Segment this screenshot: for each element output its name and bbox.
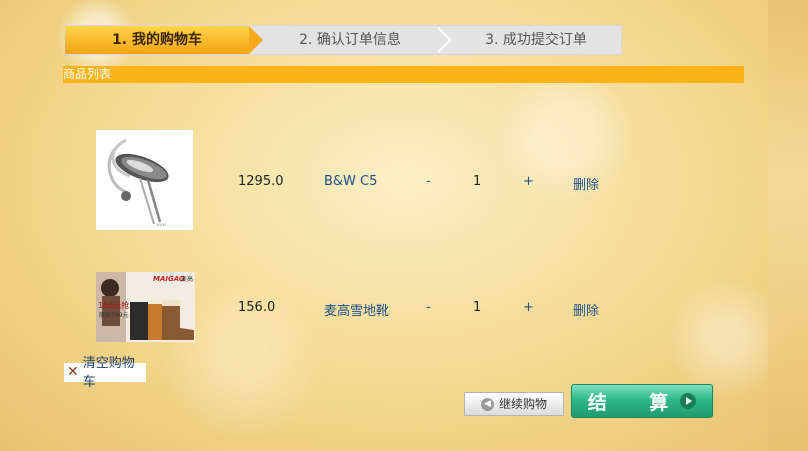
play-arrow-icon xyxy=(680,393,697,409)
svg-text:www.…: www.… xyxy=(156,222,171,227)
item-name-link[interactable]: 麦高雪地靴 xyxy=(324,300,389,319)
checkout-progress-steps: 1. 我的购物车 2. 确认订单信息 3. 成功提交订单 xyxy=(64,25,622,55)
item-price: 156.0 xyxy=(238,300,276,315)
step-order-submitted: 3. 成功提交订单 xyxy=(435,26,621,54)
continue-shopping-button[interactable]: ◀ 继续购物 xyxy=(464,392,564,416)
cart-item-row: www.… 1295.0 B&W C5 - 1 + 删除 xyxy=(0,130,768,230)
close-icon: ✕ xyxy=(67,364,79,380)
snow-boots-product-image[interactable]: MAIGAO 麦高 156元抢 原价789元 xyxy=(96,272,195,342)
continue-shopping-label: 继续购物 xyxy=(498,397,547,411)
boots-original-price-text: 原价789元 xyxy=(99,312,128,319)
checkout-label: 结 算 xyxy=(587,391,687,414)
clear-cart-label: 清空购物车 xyxy=(82,355,135,390)
item-quantity: 1 xyxy=(473,174,482,189)
background-decoration xyxy=(768,0,808,451)
arrow-left-icon: ◀ xyxy=(480,397,494,411)
item-quantity: 1 xyxy=(473,300,482,315)
clear-cart-link[interactable]: ✕ 清空购物车 xyxy=(64,356,146,390)
item-name-link[interactable]: B&W C5 xyxy=(324,174,377,189)
step-confirm-order: 2. 确认订单信息 xyxy=(249,26,452,54)
increase-quantity-button[interactable]: + xyxy=(523,174,534,189)
step-my-cart: 1. 我的购物车 xyxy=(65,26,263,54)
delete-item-link[interactable]: 删除 xyxy=(573,174,599,193)
product-list-header: 商品列表 xyxy=(63,66,744,83)
item-price: 1295.0 xyxy=(238,174,284,189)
delete-item-link[interactable]: 删除 xyxy=(573,300,599,319)
checkout-button[interactable]: 结 算 xyxy=(571,384,713,418)
boots-brand-cn-text: 麦高 xyxy=(181,275,193,283)
decrease-quantity-button[interactable]: - xyxy=(426,174,431,189)
decrease-quantity-button[interactable]: - xyxy=(426,300,431,315)
increase-quantity-button[interactable]: + xyxy=(523,300,534,315)
boots-promo-text: 156元抢 xyxy=(98,300,129,310)
earphones-product-image[interactable]: www.… xyxy=(96,130,193,230)
